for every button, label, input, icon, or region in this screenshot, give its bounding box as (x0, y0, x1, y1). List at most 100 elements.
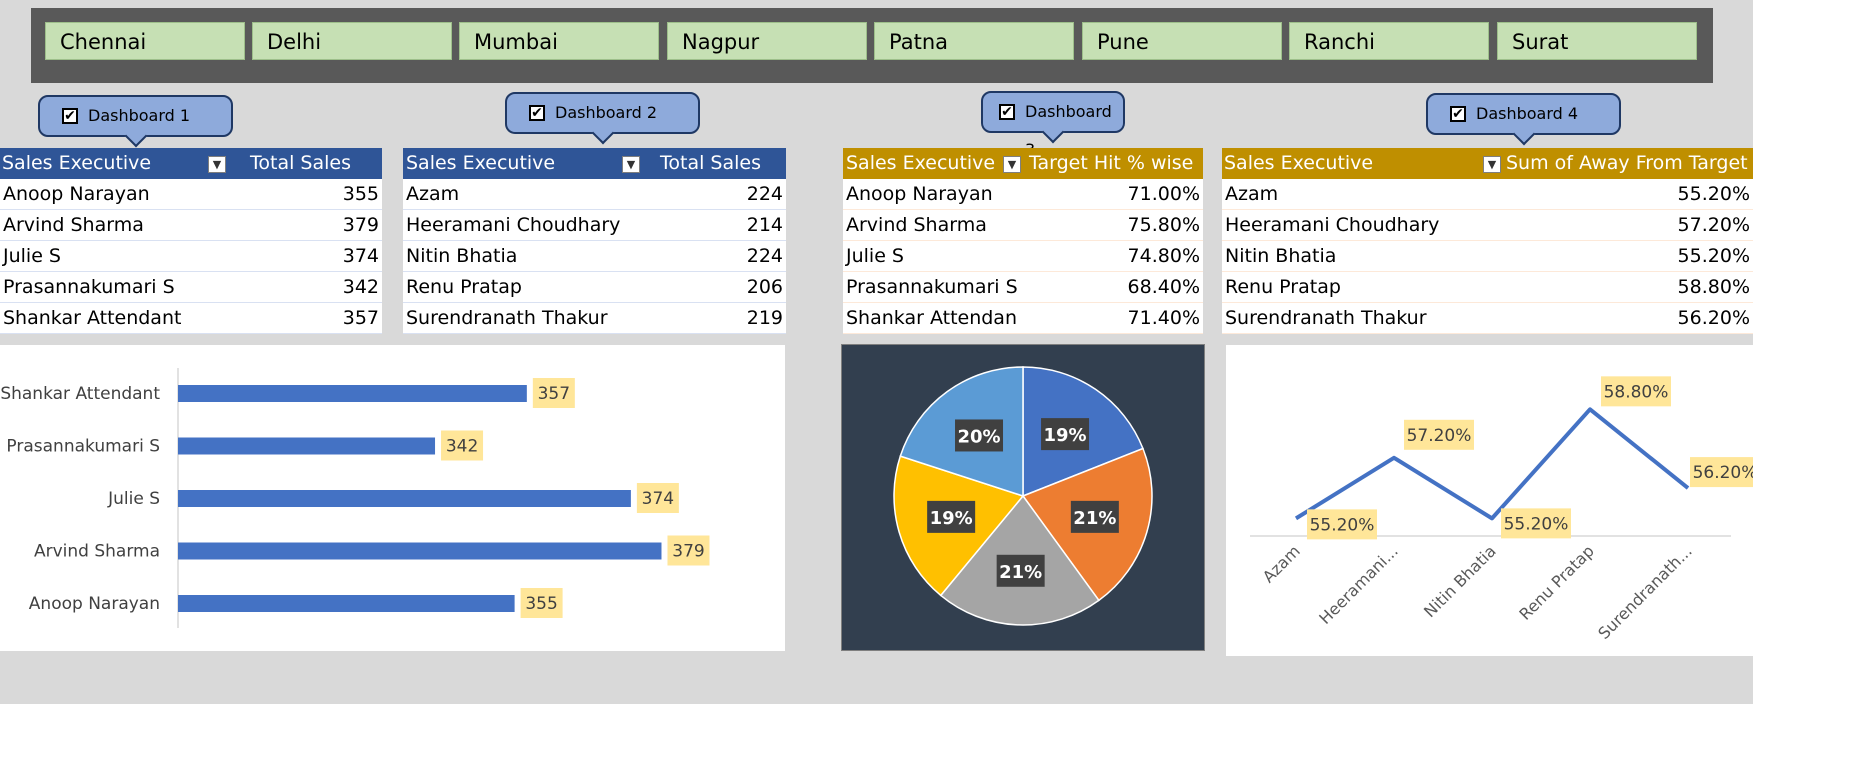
pie-chart-panel[interactable]: 19% 21% 21% 19% 20% (841, 344, 1205, 651)
data-label: 57.20% (1407, 426, 1472, 446)
filter-icon[interactable]: ▼ (1003, 156, 1021, 173)
dashboard-2-callout[interactable]: ✔ Dashboard 2 (505, 92, 700, 145)
row-name: Surendranath Thakur (1225, 307, 1427, 329)
row-name: Heeramani Choudhary (1225, 214, 1440, 236)
table-header: Sales Executive ▼ Total Sales (0, 148, 382, 179)
bar (178, 542, 662, 560)
pivot-table-2: Sales Executive ▼ Total Sales Azam 224 He… (403, 148, 786, 334)
row-value: 224 (746, 245, 783, 267)
row-name: Anoop Narayan (846, 183, 993, 205)
table-row: Julie S 374 (0, 241, 382, 272)
callout-tail (1041, 120, 1065, 144)
slicer-item-ranchi[interactable]: Ranchi (1289, 22, 1489, 60)
row-value: 68.40% (1127, 276, 1200, 298)
table-row: Shankar Attendan 71.40% (843, 303, 1203, 334)
table-row: Surendranath Thakur 219 (403, 303, 786, 334)
bar-chart-panel[interactable]: Shankar Attendant 357 Prasannakumari S 342 J… (0, 345, 785, 651)
slicer-item-mumbai[interactable]: Mumbai (459, 22, 659, 60)
table-row: Anoop Narayan 355 (0, 179, 382, 210)
row-value: 55.20% (1677, 183, 1750, 205)
column-header-total-sales: Total Sales (250, 152, 351, 174)
slicer-item-chennai[interactable]: Chennai (45, 22, 245, 60)
category-label: Shankar Attendant (0, 384, 160, 404)
line-chart-panel[interactable]: 55.20% Azam 57.20% Heeramani... 55.20% Nitin … (1226, 345, 1760, 656)
pie-chart: 19% 21% 21% 19% 20% (893, 366, 1153, 626)
column-header-away-from-target: Sum of Away From Target (1506, 152, 1748, 174)
dashboard-3-callout[interactable]: ✔ Dashboard 3 (981, 91, 1125, 159)
column-header-target-hit: Target Hit % wise (1029, 152, 1194, 174)
dashboard-1-checkbox[interactable]: ✔ (62, 108, 78, 124)
pivot-table-3: Sales Executive ▼ Target Hit % wise Anoo… (843, 148, 1203, 334)
row-value: 374 (342, 245, 379, 267)
line-chart: 55.20%Azam57.20%Heeramani...55.20%Nitin … (1250, 376, 1760, 643)
table-row: Nitin Bhatia 55.20% (1222, 241, 1753, 272)
table-row: Heeramani Choudhary 57.20% (1222, 210, 1753, 241)
slicer-item-delhi[interactable]: Delhi (252, 22, 452, 60)
category-label: Anoop Narayan (29, 594, 160, 614)
table-row: Renu Pratap 58.80% (1222, 272, 1753, 303)
data-label: 379 (672, 542, 704, 562)
data-label: 55.20% (1504, 514, 1569, 534)
row-value: 379 (342, 214, 379, 236)
row-value: 214 (746, 214, 783, 236)
slicer-item-pune[interactable]: Pune (1082, 22, 1282, 60)
table-row: Renu Pratap 206 (403, 272, 786, 303)
dashboard-3-checkbox[interactable]: ✔ (999, 104, 1015, 120)
callout-tail (591, 121, 614, 145)
dashboard-4-callout[interactable]: ✔ Dashboard 4 (1426, 93, 1621, 146)
column-header-sales-executive: Sales Executive (406, 152, 556, 174)
callout-tail (1512, 122, 1535, 146)
row-value: 71.00% (1127, 183, 1200, 205)
filter-icon[interactable]: ▼ (1483, 156, 1501, 173)
dashboard-1-callout[interactable]: ✔ Dashboard 1 (38, 95, 233, 148)
row-name: Azam (1225, 183, 1279, 205)
dashboard-1-label: Dashboard 1 (88, 106, 191, 125)
bar (178, 437, 436, 455)
row-value: 58.80% (1677, 276, 1750, 298)
pivot-table-4: Sales Executive ▼ Sum of Away From Targe… (1222, 148, 1753, 334)
table-header: Sales Executive ▼ Target Hit % wise (843, 148, 1203, 179)
bar-chart: Shankar Attendant 357 Prasannakumari S 342 J… (0, 368, 710, 628)
table-row: Prasannakumari S 68.40% (843, 272, 1203, 303)
row-value: 219 (746, 307, 783, 329)
category-label: Surendranath... (1594, 541, 1696, 643)
row-value: 55.20% (1677, 245, 1750, 267)
bar (178, 595, 515, 612)
row-value: 206 (746, 276, 783, 298)
row-value: 71.40% (1127, 307, 1200, 329)
filter-icon[interactable]: ▼ (208, 156, 226, 173)
category-label: Arvind Sharma (34, 542, 160, 562)
dashboard-2-checkbox[interactable]: ✔ (529, 105, 545, 121)
table-row: Anoop Narayan 71.00% (843, 179, 1203, 210)
data-label: 355 (525, 594, 557, 614)
filter-icon[interactable]: ▼ (622, 156, 640, 173)
data-label: 55.20% (1310, 515, 1375, 535)
data-label: 357 (538, 384, 570, 404)
data-label: 20% (957, 426, 1000, 447)
slicer-item-patna[interactable]: Patna (874, 22, 1074, 60)
category-label: Julie S (107, 489, 160, 509)
row-name: Nitin Bhatia (1225, 245, 1337, 267)
category-label: Nitin Bhatia (1420, 541, 1500, 621)
row-name: Prasannakumari S (3, 276, 175, 298)
table-row: Prasannakumari S 342 (0, 272, 382, 303)
city-slicer: Chennai Delhi Mumbai Nagpur Patna Pune R… (31, 8, 1713, 83)
bar (178, 385, 527, 402)
row-value: 74.80% (1127, 245, 1200, 267)
table-row: Arvind Sharma 75.80% (843, 210, 1203, 241)
pivot-table-1: Sales Executive ▼ Total Sales Anoop Nara… (0, 148, 382, 334)
row-name: Surendranath Thakur (406, 307, 608, 329)
table-row: Azam 55.20% (1222, 179, 1753, 210)
slicer-item-nagpur[interactable]: Nagpur (667, 22, 867, 60)
dashboard-4-checkbox[interactable]: ✔ (1450, 106, 1466, 122)
row-value: 224 (746, 183, 783, 205)
data-label: 21% (1073, 508, 1116, 529)
category-label: Azam (1259, 541, 1304, 586)
slicer-item-surat[interactable]: Surat (1497, 22, 1697, 60)
row-value: 75.80% (1127, 214, 1200, 236)
table-header: Sales Executive ▼ Total Sales (403, 148, 786, 179)
column-header-sales-executive: Sales Executive (1224, 152, 1374, 174)
row-name: Heeramani Choudhary (406, 214, 621, 236)
dashboard-4-label: Dashboard 4 (1476, 104, 1579, 123)
row-name: Arvind Sharma (3, 214, 144, 236)
